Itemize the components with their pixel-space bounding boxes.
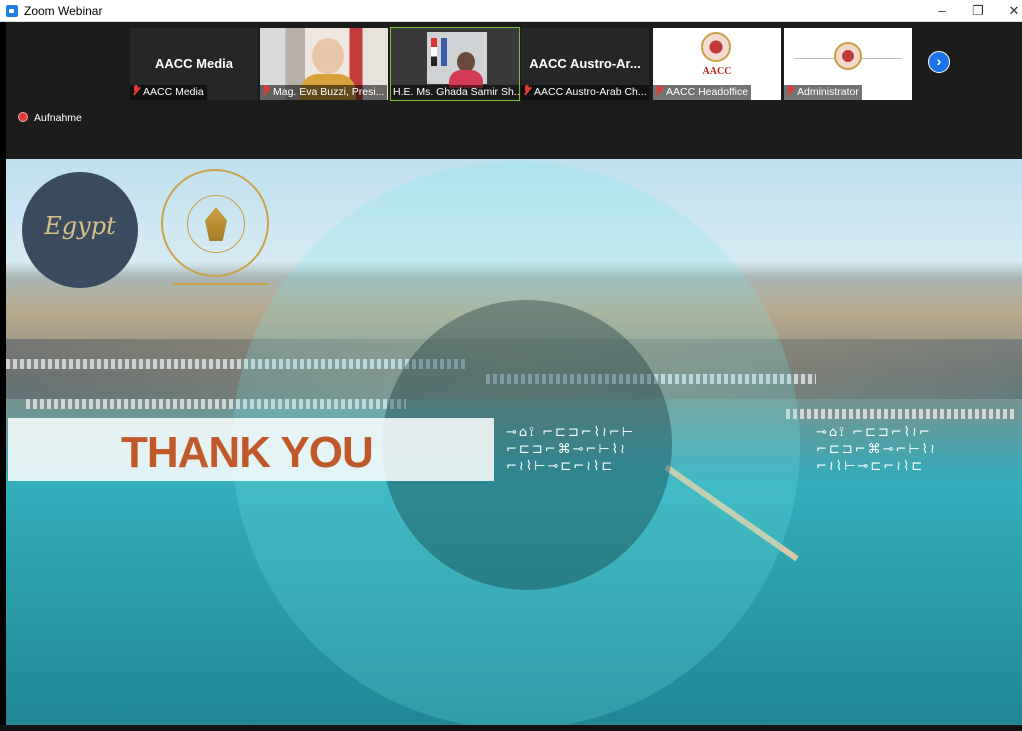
participant-tile-ghada-samir[interactable]: H.E. Ms. Ghada Samir Sh...	[390, 27, 520, 101]
participant-display-name: AACC Media	[154, 56, 233, 71]
participant-tile-aacc-media[interactable]: AACC Media AACC Media	[130, 28, 258, 100]
close-button[interactable]: ✕	[997, 0, 1022, 22]
logo-text: AACC	[702, 66, 732, 77]
participant-tile-aacc-headoffice[interactable]: AACC AACC Headoffice	[653, 28, 781, 100]
ministry-seal-logo	[161, 169, 269, 285]
thank-you-banner: THANK YOU	[8, 418, 494, 481]
seal-underline	[173, 283, 269, 285]
flag-icon	[441, 38, 447, 66]
recording-label: Aufnahme	[34, 112, 82, 124]
egypt-logo-text: Egypt	[44, 212, 116, 240]
hieroglyphs-left: ⊸⌂⟟ ⌐⊏⊐⌐⌇≀⌐⊢ ⌐⊏⊐⌐⌘⊸⌐⊢⌇≀ ⌐≀⌇⊢⊸⊏⌐≀⌇⊏	[506, 425, 636, 474]
flag-icon	[431, 38, 437, 66]
participant-label: AACC Headoffice	[653, 85, 752, 100]
participant-face	[312, 38, 344, 74]
participant-label: AACC Austro-Arab Ch...	[521, 85, 649, 100]
record-icon	[18, 112, 28, 122]
mic-muted-icon	[655, 85, 663, 96]
participant-display-name: AACC Austro-Ar...	[529, 56, 641, 71]
participant-label: Mag. Eva Buzzi, Presi...	[260, 85, 388, 100]
egypt-logo: Egypt	[22, 172, 138, 288]
participant-label: AACC Media	[130, 85, 207, 100]
window-title: Zoom Webinar	[24, 4, 103, 18]
bottom-edge	[0, 725, 1022, 731]
participant-tile-eva-buzzi[interactable]: Mag. Eva Buzzi, Presi...	[260, 28, 388, 100]
participant-strip: AACC Media AACC Media Mag. Eva Buzzi, Pr…	[6, 22, 1022, 159]
thank-you-text: THANK YOU	[121, 428, 374, 477]
shared-screen-slide: Egypt THANK YOU ⊸⌂⟟ ⌐⊏⊐⌐⌇≀⌐⊢ ⌐⊏⊐⌐⌘⊸⌐⊢⌇≀ …	[6, 159, 1022, 725]
participant-label: H.E. Ms. Ghada Samir Sh...	[391, 85, 519, 100]
mic-muted-icon	[786, 85, 794, 96]
buildings-row	[786, 409, 1016, 419]
window-titlebar: Zoom Webinar – ❐ ✕	[0, 0, 1022, 22]
next-page-chevron-icon[interactable]: ›	[928, 51, 950, 73]
participant-tile-aacc-austro-arab[interactable]: AACC Austro-Ar... AACC Austro-Arab Ch...	[521, 28, 649, 100]
hieroglyphs-right: ⊸⌂⟟ ⌐⊏⊐⌐⌇≀⌐ ⌐⊏⊐⌐⌘⊸⌐⊢⌇≀ ⌐≀⌇⊢⊸⊏⌐≀⌇⊏	[816, 425, 937, 474]
aacc-logo-icon	[701, 32, 731, 62]
participant-face	[457, 52, 475, 72]
zoom-app-icon	[6, 5, 18, 17]
minimize-button[interactable]: –	[925, 0, 959, 22]
participant-tile-administrator[interactable]: Administrator	[784, 28, 912, 100]
maximize-button[interactable]: ❐	[961, 0, 995, 22]
mic-muted-icon	[523, 85, 531, 96]
mic-muted-icon	[132, 85, 140, 96]
recording-indicator[interactable]: Aufnahme	[18, 112, 82, 124]
participant-label: Administrator	[784, 85, 862, 100]
mic-muted-icon	[262, 85, 270, 96]
aacc-logo-icon	[834, 42, 862, 70]
